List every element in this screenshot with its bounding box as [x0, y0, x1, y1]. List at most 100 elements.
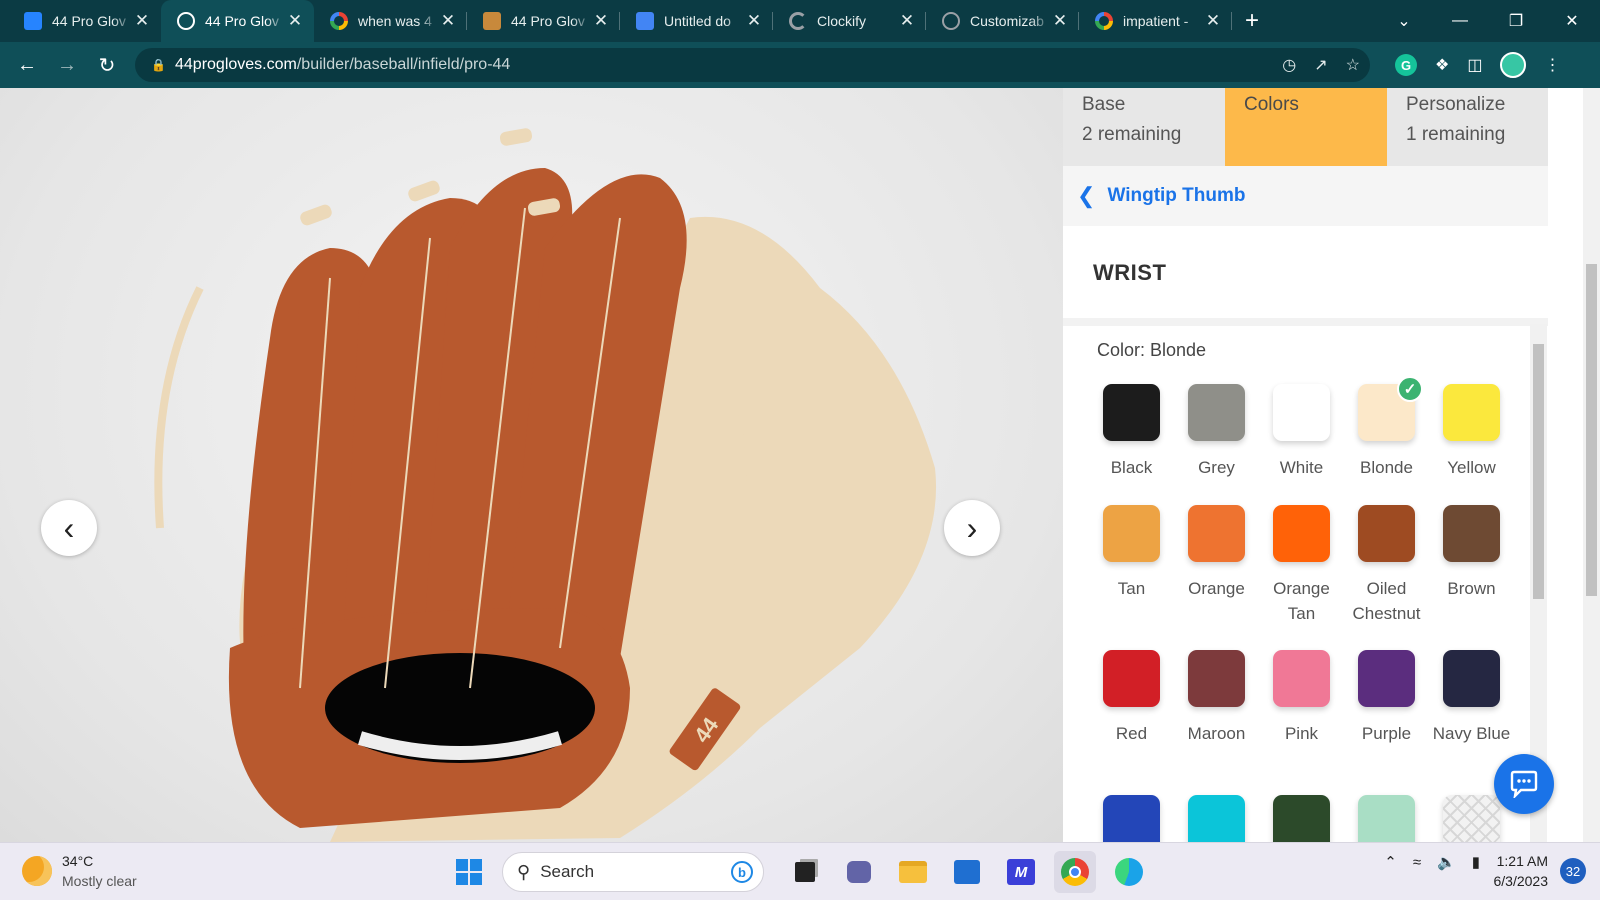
panel-scrollbar-thumb[interactable]: [1533, 344, 1544, 599]
edge-icon[interactable]: [1108, 851, 1150, 893]
color-swatch[interactable]: ✓ Blonde: [1344, 376, 1429, 480]
swatch-chip[interactable]: [1273, 384, 1330, 441]
color-swatch[interactable]: Orange Tan: [1259, 505, 1344, 626]
profile-avatar[interactable]: [1500, 52, 1527, 78]
clock[interactable]: 1:21 AM 6/3/2023: [1494, 851, 1549, 891]
browser-tab[interactable]: 44 Pro Glov ✕: [467, 0, 620, 42]
back-arrow-icon[interactable]: ←: [7, 45, 47, 85]
swatch-chip[interactable]: [1443, 384, 1500, 441]
swatch-chip[interactable]: [1103, 795, 1160, 842]
color-swatch[interactable]: Black: [1089, 384, 1174, 480]
color-swatch[interactable]: Oiled Chestnut: [1344, 505, 1429, 626]
tab-search-icon[interactable]: ⌄: [1376, 0, 1432, 42]
volume-icon[interactable]: 🔈: [1437, 853, 1456, 871]
microsoft-store-icon[interactable]: [946, 851, 988, 893]
share-icon[interactable]: ↗: [1314, 55, 1327, 75]
close-tab-icon[interactable]: ✕: [1051, 11, 1069, 31]
browser-tab[interactable]: Customizab ✕: [926, 0, 1079, 42]
close-tab-icon[interactable]: ✕: [745, 11, 763, 31]
step-colors[interactable]: Colors: [1225, 88, 1387, 166]
chrome-icon[interactable]: [1054, 851, 1096, 893]
swatch-chip[interactable]: [1273, 795, 1330, 842]
page-scrollbar[interactable]: [1583, 88, 1600, 842]
battery-icon[interactable]: ▮: [1472, 853, 1480, 871]
swatch-chip[interactable]: [1443, 795, 1500, 842]
color-swatch[interactable]: Brown: [1429, 505, 1514, 601]
new-tab-button[interactable]: +: [1232, 0, 1272, 42]
prev-view-button[interactable]: ‹: [41, 500, 97, 556]
swatch-chip[interactable]: [1103, 650, 1160, 707]
address-bar[interactable]: 🔒 44progloves.com/builder/baseball/infie…: [135, 48, 1370, 82]
browser-tab[interactable]: impatient - ✕: [1079, 0, 1232, 42]
bookmark-star-icon[interactable]: ☆: [1346, 55, 1360, 75]
windows-start-icon[interactable]: [448, 851, 490, 893]
swatch-chip[interactable]: [1443, 650, 1500, 707]
browser-tab[interactable]: 44 Pro Glov ✕: [161, 0, 314, 42]
swatch-chip[interactable]: [1188, 795, 1245, 842]
browser-tab[interactable]: Clockify ✕: [773, 0, 926, 42]
color-swatch[interactable]: Purple: [1344, 650, 1429, 746]
step-base[interactable]: Base 2 remaining: [1063, 88, 1225, 166]
grammarly-icon[interactable]: G: [1395, 54, 1417, 76]
teams-chat-icon[interactable]: [838, 851, 880, 893]
color-swatch[interactable]: Navy Blue: [1429, 650, 1514, 746]
menu-kebab-icon[interactable]: ⋮: [1544, 55, 1560, 75]
close-tab-icon[interactable]: ✕: [1204, 11, 1222, 31]
color-swatch[interactable]: Red: [1089, 650, 1174, 746]
close-tab-icon[interactable]: ✕: [133, 11, 151, 31]
color-swatch[interactable]: Orange: [1174, 505, 1259, 601]
url-text[interactable]: 44progloves.com/builder/baseball/infield…: [175, 56, 510, 74]
color-swatch[interactable]: Grey: [1174, 384, 1259, 480]
extensions-puzzle-icon[interactable]: ❖: [1435, 55, 1449, 75]
swatch-chip[interactable]: ✓: [1358, 376, 1423, 441]
color-swatch[interactable]: White: [1259, 384, 1344, 480]
side-panel-icon[interactable]: ◫: [1467, 55, 1482, 75]
color-swatch[interactable]: [1344, 795, 1429, 842]
swatch-chip[interactable]: [1188, 505, 1245, 562]
wifi-icon[interactable]: ≈: [1413, 854, 1421, 871]
minimize-icon[interactable]: —: [1432, 0, 1488, 42]
close-tab-icon[interactable]: ✕: [286, 11, 304, 31]
color-swatch[interactable]: [1259, 795, 1344, 842]
performance-icon[interactable]: ◷: [1282, 55, 1296, 75]
close-tab-icon[interactable]: ✕: [592, 11, 610, 31]
restore-icon[interactable]: ❐: [1488, 0, 1544, 42]
color-swatch[interactable]: [1089, 795, 1174, 842]
swatch-chip[interactable]: [1273, 650, 1330, 707]
swatch-chip[interactable]: [1103, 384, 1160, 441]
taskbar-search[interactable]: ⚲ Search b: [502, 852, 764, 892]
close-tab-icon[interactable]: ✕: [439, 11, 457, 31]
next-view-button[interactable]: ›: [944, 500, 1000, 556]
color-swatch[interactable]: Maroon: [1174, 650, 1259, 746]
step-personalize[interactable]: Personalize 1 remaining: [1387, 88, 1548, 166]
page-scrollbar-thumb[interactable]: [1586, 264, 1597, 596]
swatch-chip[interactable]: [1358, 795, 1415, 842]
color-swatch[interactable]: [1174, 795, 1259, 842]
swatch-chip[interactable]: [1273, 505, 1330, 562]
weather-widget[interactable]: 34°C Mostly clear: [22, 851, 137, 891]
app-icon[interactable]: M: [1000, 851, 1042, 893]
chat-button[interactable]: [1494, 754, 1554, 814]
task-view-icon[interactable]: [784, 851, 826, 893]
swatch-chip[interactable]: [1358, 650, 1415, 707]
forward-arrow-icon[interactable]: →: [47, 45, 87, 85]
swatch-chip[interactable]: [1358, 505, 1415, 562]
swatch-chip[interactable]: [1188, 384, 1245, 441]
color-swatch[interactable]: Yellow: [1429, 384, 1514, 480]
notification-badge[interactable]: 32: [1560, 858, 1586, 884]
swatch-chip[interactable]: [1443, 505, 1500, 562]
color-swatch[interactable]: Tan: [1089, 505, 1174, 601]
browser-tab[interactable]: 44 Pro Glov ✕: [8, 0, 161, 42]
browser-tab[interactable]: when was 4 ✕: [314, 0, 467, 42]
browser-tab[interactable]: Untitled do ✕: [620, 0, 773, 42]
color-swatch[interactable]: Pink: [1259, 650, 1344, 746]
glove-viewer[interactable]: 44 ‹ ›: [0, 88, 1063, 842]
reload-icon[interactable]: ↻: [87, 45, 127, 85]
swatch-chip[interactable]: [1103, 505, 1160, 562]
chevron-up-icon[interactable]: ⌃: [1384, 853, 1397, 871]
close-tab-icon[interactable]: ✕: [898, 11, 916, 31]
back-to-wingtip-thumb[interactable]: ❮ Wingtip Thumb: [1063, 166, 1548, 226]
swatch-chip[interactable]: [1188, 650, 1245, 707]
close-window-icon[interactable]: ✕: [1544, 0, 1600, 42]
file-explorer-icon[interactable]: [892, 851, 934, 893]
